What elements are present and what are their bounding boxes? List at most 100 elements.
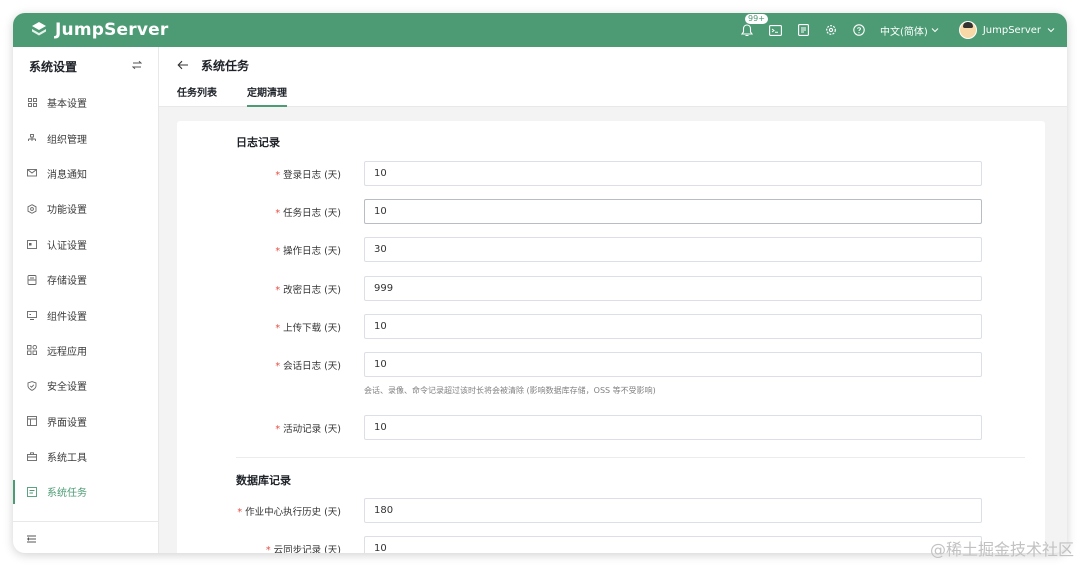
sidebar-item-interface[interactable]: 界面设置 xyxy=(13,404,158,439)
storage-icon xyxy=(27,274,37,285)
sidebar-item-remote-apps[interactable]: 远程应用 xyxy=(13,333,158,368)
feature-icon xyxy=(27,204,37,214)
language-selector[interactable]: 中文(简体) xyxy=(880,23,939,38)
sidebar-item-label: 系统工具 xyxy=(47,453,87,465)
sidebar-item-label: 组织管理 xyxy=(47,134,87,146)
login-log-input[interactable]: 10 xyxy=(364,161,982,186)
sidebar-item-label: 组件设置 xyxy=(47,311,87,323)
avatar xyxy=(958,21,977,39)
field-cloud-sync-record: * 云同步记录 (天) 10 xyxy=(177,536,1045,553)
field-label: * 作业中心执行历史 (天) xyxy=(237,507,341,518)
tab-task-list[interactable]: 任务列表 xyxy=(177,87,217,107)
bell-icon[interactable]: 99+ xyxy=(740,13,769,37)
chevron-down-icon xyxy=(1047,25,1055,36)
top-actions: 99+ 中文(简体) JumpServer xyxy=(740,13,1055,47)
session-log-hint: 会话、录像、命令记录超过该时长将会被清除 (影响数据库存储，OSS 等不受影响) xyxy=(364,386,656,395)
sidebar-item-label: 消息通知 xyxy=(47,169,87,181)
task-icon xyxy=(27,487,37,497)
auth-icon xyxy=(27,239,37,249)
field-login-log: * 登录日志 (天) 10 xyxy=(177,161,1045,187)
shield-icon xyxy=(27,380,37,391)
field-activity-log: * 活动记录 (天) 10 xyxy=(177,415,1045,441)
field-label: * 活动记录 (天) xyxy=(275,424,341,435)
sidebar-item-component[interactable]: 组件设置 xyxy=(13,297,158,332)
task-log-input[interactable]: 10 xyxy=(364,199,982,224)
sidebar-footer xyxy=(13,521,158,553)
app-window: JumpServer 99+ 中文(简体) JumpServer 系统设置 基本… xyxy=(13,13,1067,553)
section-title-database: 数据库记录 xyxy=(236,474,291,487)
field-job-history: * 作业中心执行历史 (天) 180 xyxy=(177,498,1045,524)
message-icon xyxy=(27,168,37,178)
user-name: JumpServer xyxy=(982,24,1041,36)
page-title: 系统任务 xyxy=(201,59,250,73)
page-header: 系统任务 任务列表 定期清理 xyxy=(159,47,1067,107)
sidebar-item-label: 基本设置 xyxy=(47,99,87,111)
field-label: * 改密日志 (天) xyxy=(275,285,341,296)
sidebar-item-label: 系统任务 xyxy=(47,488,87,500)
watermark: @稀土掘金技术社区 xyxy=(929,540,1074,559)
top-bar: JumpServer 99+ 中文(简体) JumpServer xyxy=(13,13,1067,47)
field-task-log: * 任务日志 (天) 10 xyxy=(177,199,1045,225)
grid-icon xyxy=(27,98,37,108)
field-password-change-log: * 改密日志 (天) 999 xyxy=(177,276,1045,302)
apps-icon xyxy=(27,345,37,356)
sidebar-item-label: 界面设置 xyxy=(47,417,87,429)
sidebar: 系统设置 基本设置 组织管理 消息通知 功能设置 认证设置 存储设置 组件设置 … xyxy=(13,47,159,553)
tabs: 任务列表 定期清理 xyxy=(177,87,287,107)
page-title-bar: 系统任务 xyxy=(177,57,249,74)
sidebar-item-label: 功能设置 xyxy=(47,205,87,217)
upload-download-input[interactable]: 10 xyxy=(364,314,982,339)
terminal-icon[interactable] xyxy=(768,23,782,37)
sidebar-item-system-tasks[interactable]: 系统任务 xyxy=(13,474,158,509)
password-change-log-input[interactable]: 999 xyxy=(364,276,982,301)
field-label: * 上传下载 (天) xyxy=(275,323,341,334)
field-label: * 操作日志 (天) xyxy=(275,246,341,257)
back-arrow-icon[interactable] xyxy=(177,59,189,73)
sidebar-item-tools[interactable]: 系统工具 xyxy=(13,439,158,474)
field-label: * 任务日志 (天) xyxy=(275,208,341,219)
chevron-down-icon xyxy=(931,25,939,36)
field-label: * 会话日志 (天) xyxy=(275,361,341,372)
gear-icon[interactable] xyxy=(824,23,838,37)
language-label: 中文(简体) xyxy=(880,26,928,38)
menu-toggle-icon[interactable] xyxy=(27,528,36,547)
job-history-input[interactable]: 180 xyxy=(364,498,982,523)
component-icon xyxy=(27,310,37,320)
jumpserver-logo-icon xyxy=(29,20,49,40)
session-log-input[interactable]: 10 xyxy=(364,352,982,377)
cloud-sync-record-input[interactable]: 10 xyxy=(364,536,982,553)
interface-icon xyxy=(27,416,37,427)
logo[interactable]: JumpServer xyxy=(29,19,168,41)
activity-log-input[interactable]: 10 xyxy=(364,415,982,440)
sidebar-item-label: 远程应用 xyxy=(47,346,87,358)
help-icon[interactable] xyxy=(852,23,866,37)
org-icon xyxy=(27,133,37,143)
section-divider xyxy=(236,457,1025,458)
section-title-log: 日志记录 xyxy=(236,136,280,149)
sidebar-item-label: 认证设置 xyxy=(47,240,87,252)
tab-periodic-cleanup[interactable]: 定期清理 xyxy=(247,87,287,107)
sidebar-header: 系统设置 xyxy=(13,47,158,85)
document-icon[interactable] xyxy=(796,23,810,37)
sidebar-item-auth[interactable]: 认证设置 xyxy=(13,227,158,262)
sidebar-item-feature[interactable]: 功能设置 xyxy=(13,191,158,226)
sidebar-item-label: 安全设置 xyxy=(47,382,87,394)
operate-log-input[interactable]: 30 xyxy=(364,237,982,262)
settings-form: 日志记录 * 登录日志 (天) 10 * 任务日志 (天) 10 * 操作日志 (天)… xyxy=(177,121,1045,553)
notification-badge: 99+ xyxy=(744,13,769,25)
user-menu[interactable]: JumpServer xyxy=(958,21,1055,39)
field-session-log: * 会话日志 (天) 10 xyxy=(177,352,1045,378)
sidebar-item-basic[interactable]: 基本设置 xyxy=(13,85,158,120)
logo-text: JumpServer xyxy=(55,20,169,40)
sidebar-item-label: 存储设置 xyxy=(47,276,87,288)
sidebar-item-storage[interactable]: 存储设置 xyxy=(13,262,158,297)
field-operate-log: * 操作日志 (天) 30 xyxy=(177,237,1045,263)
sidebar-item-org[interactable]: 组织管理 xyxy=(13,120,158,155)
field-upload-download: * 上传下载 (天) 10 xyxy=(177,314,1045,340)
field-label: * 登录日志 (天) xyxy=(275,170,341,181)
sidebar-item-security[interactable]: 安全设置 xyxy=(13,368,158,403)
sidebar-item-message[interactable]: 消息通知 xyxy=(13,156,158,191)
toolbox-icon xyxy=(27,452,37,462)
sidebar-title: 系统设置 xyxy=(29,59,78,74)
collapse-toggle-icon[interactable] xyxy=(131,59,143,73)
